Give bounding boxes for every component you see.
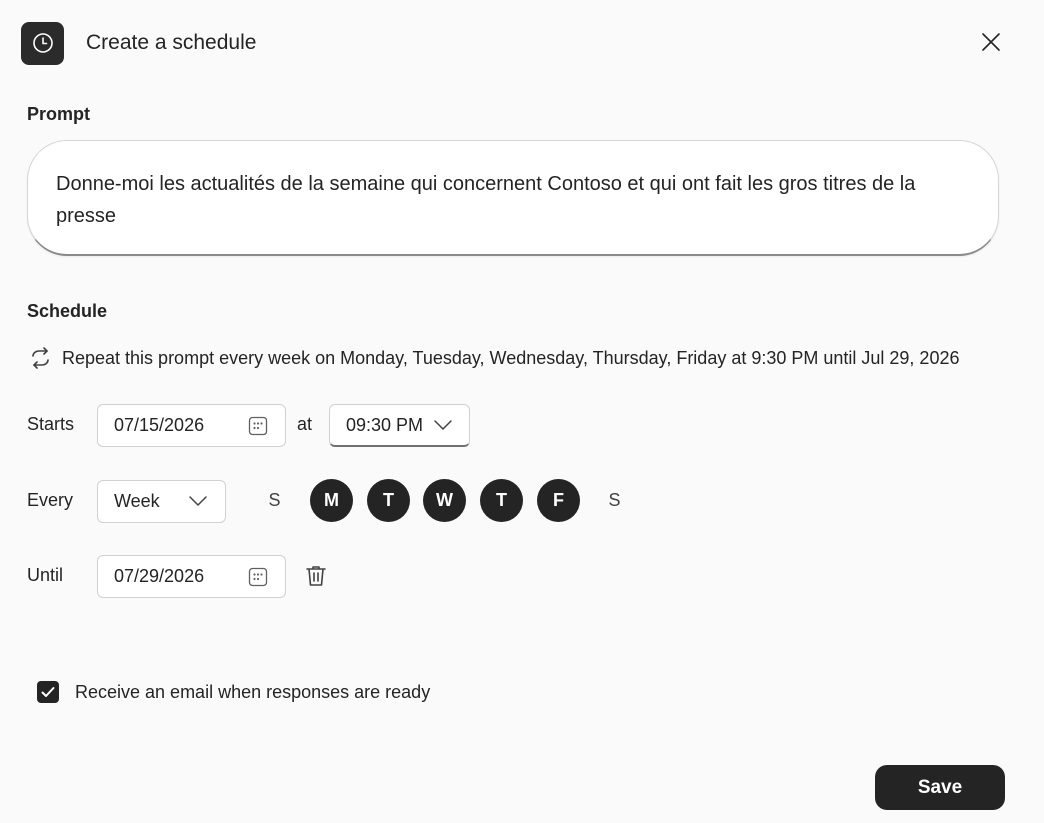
chevron-down-icon bbox=[189, 496, 207, 506]
every-label: Every bbox=[27, 490, 74, 510]
save-button[interactable]: Save bbox=[875, 765, 1005, 810]
repeat-icon bbox=[32, 347, 49, 369]
day-toggle-friday[interactable]: F bbox=[537, 479, 580, 522]
chevron-down-icon bbox=[434, 420, 452, 430]
day-toggle-sunday[interactable]: S bbox=[253, 479, 296, 522]
day-toggle-tuesday[interactable]: T bbox=[367, 479, 410, 522]
close-button[interactable] bbox=[978, 29, 1004, 55]
email-checkbox-label: Receive an email when responses are read… bbox=[75, 681, 431, 702]
starts-label: Starts bbox=[27, 414, 75, 434]
start-date-value: 07/15/2026 bbox=[114, 415, 205, 435]
day-toggle-saturday[interactable]: S bbox=[593, 479, 636, 522]
checkmark-icon bbox=[41, 687, 55, 697]
day-toggle-monday[interactable]: M bbox=[310, 479, 353, 522]
prompt-input[interactable]: Donne-moi les actualités de la semaine q… bbox=[27, 140, 999, 256]
email-option: Receive an email when responses are read… bbox=[37, 681, 430, 703]
trash-icon[interactable] bbox=[304, 564, 328, 588]
until-date-value: 07/29/2026 bbox=[114, 566, 205, 586]
frequency-value: Week bbox=[114, 491, 160, 511]
prompt-label: Prompt bbox=[27, 104, 90, 124]
day-toggle-thursday[interactable]: T bbox=[480, 479, 523, 522]
calendar-icon[interactable] bbox=[248, 416, 268, 436]
close-icon bbox=[982, 33, 1000, 51]
clock-icon bbox=[21, 21, 64, 65]
schedule-label: Schedule bbox=[27, 301, 108, 321]
dialog-header: Create a schedule bbox=[21, 21, 256, 65]
dialog-title: Create a schedule bbox=[86, 31, 257, 54]
start-date-field[interactable]: 07/15/2026 bbox=[97, 404, 286, 447]
start-time-value: 09:30 PM bbox=[346, 414, 424, 435]
email-checkbox[interactable] bbox=[37, 681, 59, 703]
frequency-dropdown[interactable]: Week bbox=[97, 480, 226, 523]
schedule-summary-text: Repeat this prompt every week on Monday,… bbox=[62, 347, 960, 368]
at-label: at bbox=[297, 414, 313, 434]
until-label: Until bbox=[27, 565, 64, 585]
schedule-summary: Repeat this prompt every week on Monday,… bbox=[29, 345, 959, 371]
calendar-icon[interactable] bbox=[248, 567, 268, 587]
day-toggle-wednesday[interactable]: W bbox=[423, 479, 466, 522]
until-date-field[interactable]: 07/29/2026 bbox=[97, 555, 286, 598]
start-time-dropdown[interactable]: 09:30 PM bbox=[329, 404, 470, 447]
